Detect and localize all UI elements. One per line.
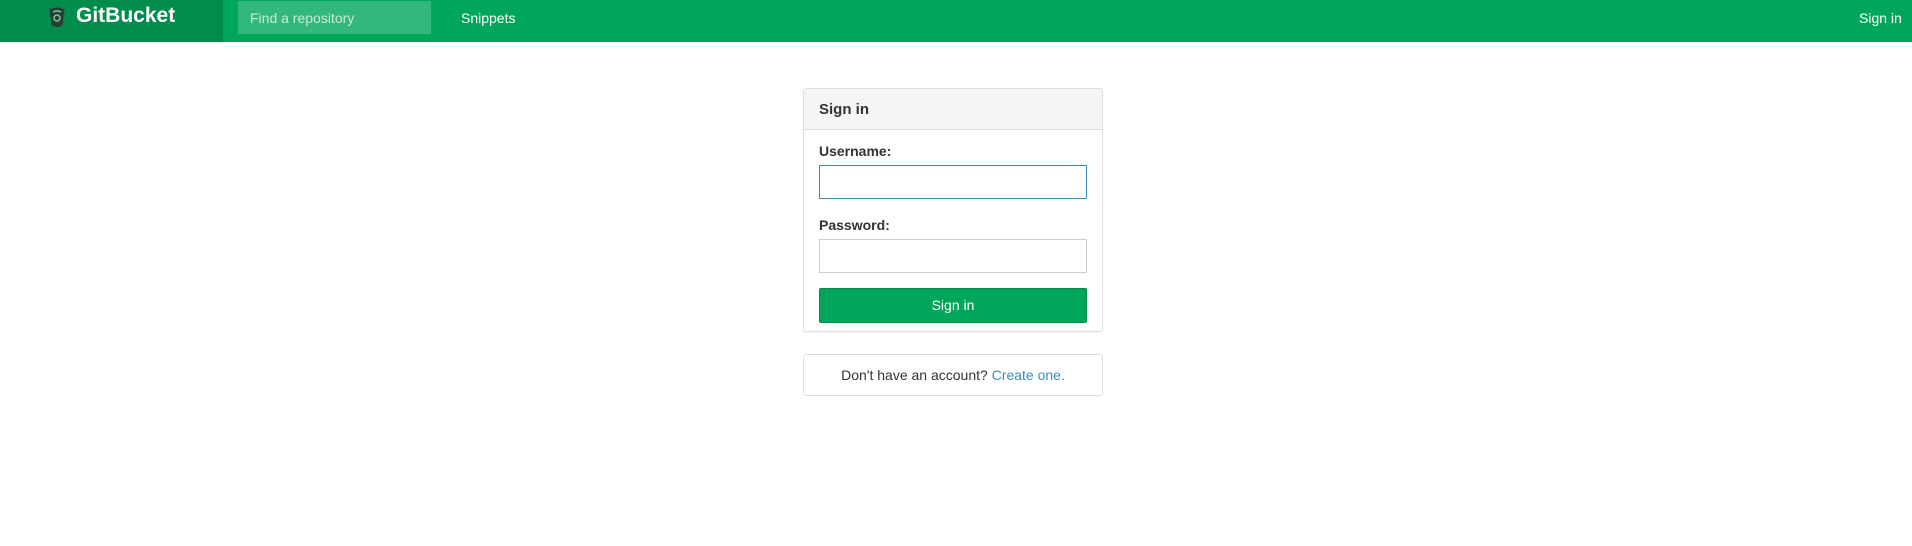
password-label: Password: — [819, 217, 890, 233]
gitbucket-logo-icon — [49, 7, 65, 27]
signup-prompt: Don't have an account? — [841, 367, 988, 383]
username-label: Username: — [819, 143, 892, 159]
signup-box: Don't have an account? Create one. — [803, 354, 1103, 396]
signin-panel-title: Sign in — [804, 89, 1102, 130]
brand[interactable]: GitBucket — [0, 0, 223, 42]
top-navbar: GitBucket Snippets Sign in — [0, 0, 1912, 42]
snippets-link[interactable]: Snippets — [461, 11, 515, 25]
password-input[interactable] — [819, 239, 1087, 273]
username-input[interactable] — [819, 165, 1087, 199]
brand-name: GitBucket — [76, 4, 176, 27]
signin-panel: Sign in Username: Password: Sign in — [803, 88, 1103, 332]
nav-signin-link[interactable]: Sign in — [1859, 11, 1902, 25]
create-account-link[interactable]: Create one. — [992, 367, 1065, 383]
repository-search-input[interactable] — [238, 1, 431, 34]
signin-button[interactable]: Sign in — [819, 288, 1087, 323]
